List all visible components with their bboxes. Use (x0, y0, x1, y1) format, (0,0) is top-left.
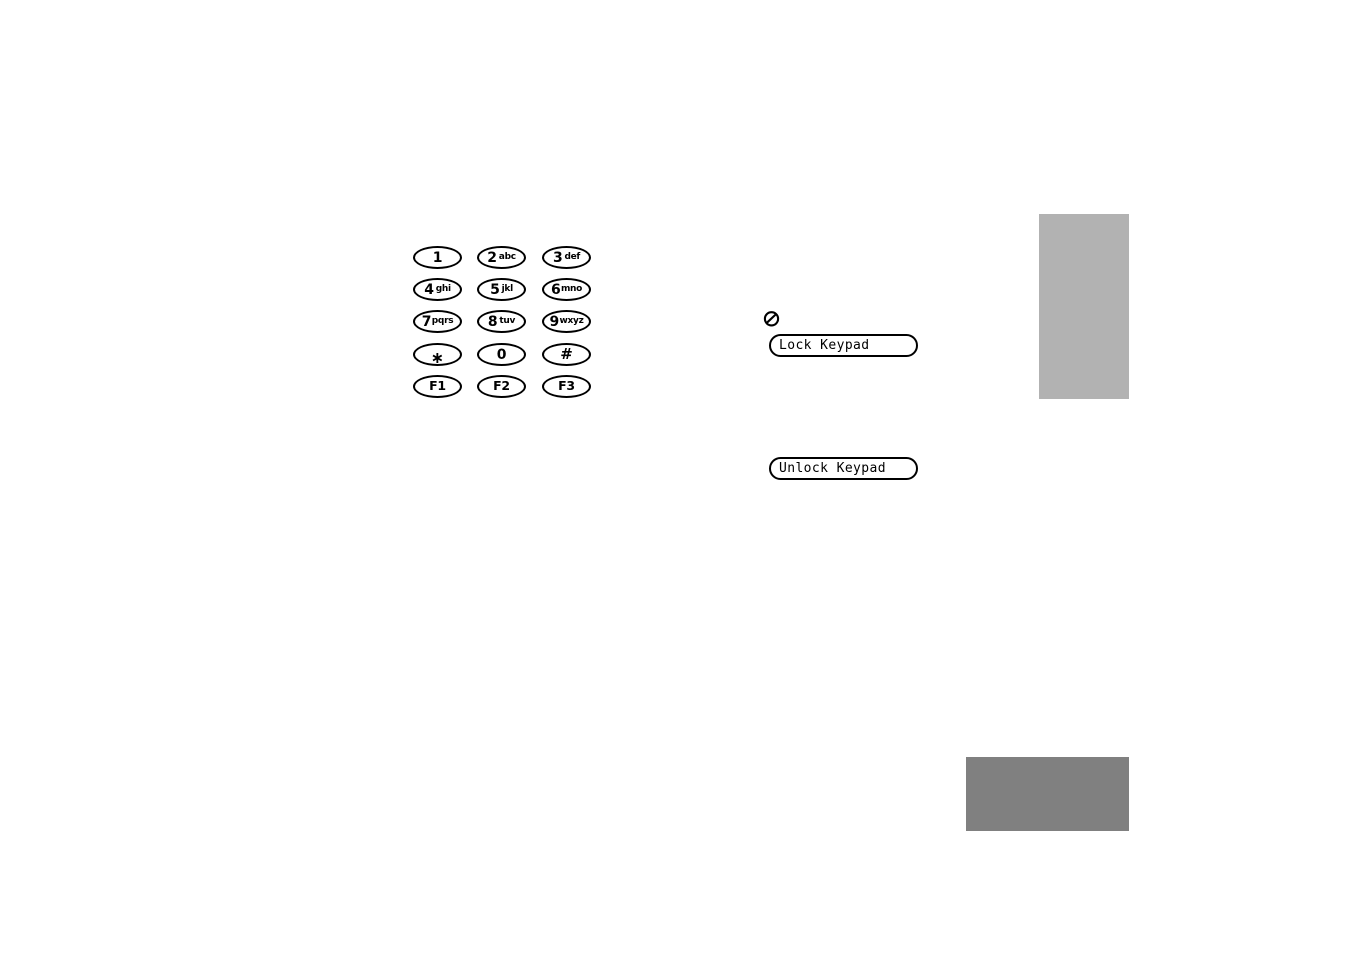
key-label-letters: pqrs (431, 316, 454, 326)
display-lock-keypad: Lock Keypad (769, 334, 918, 357)
key-hash[interactable]: # (542, 343, 591, 366)
key-label-digit: 5 (490, 281, 500, 298)
keypad-row: 4 ghi 5 jkl 6 mno (413, 278, 599, 302)
key-label-digit: 9 (549, 313, 559, 330)
lower-margin-tab (966, 757, 1129, 831)
upper-margin-tab (1039, 214, 1129, 399)
key-2[interactable]: 2 abc (477, 246, 526, 269)
key-0[interactable]: 0 (477, 343, 526, 366)
keypad-row: ∗ 0 # (413, 343, 599, 367)
key-label-digit: 6 (550, 281, 561, 298)
key-label-symbol: # (560, 345, 573, 363)
key-4[interactable]: 4 ghi (413, 278, 462, 301)
key-label-digit: 7 (421, 313, 432, 330)
key-f1[interactable]: F1 (413, 375, 462, 398)
key-label-letters: def (564, 252, 581, 262)
key-label-digit: 3 (552, 249, 563, 266)
keypad-row: F1 F2 F3 (413, 375, 599, 399)
key-label-letters: abc (498, 252, 516, 262)
key-label-letters: mno (560, 284, 583, 294)
key-label-function: F3 (558, 378, 575, 394)
key-label-symbol: ∗ (430, 347, 445, 367)
no-entry-icon (763, 311, 780, 327)
key-label-letters: tuv (499, 316, 516, 326)
key-3[interactable]: 3 def (542, 246, 591, 269)
document-page: 1 2 abc 3 def 4 ghi 5 jkl 6 mno 7 pqrs 8… (0, 0, 1351, 954)
key-6[interactable]: 6 mno (542, 278, 591, 301)
key-label-letters: jkl (501, 284, 514, 294)
key-label-digit: 1 (432, 249, 443, 266)
key-star[interactable]: ∗ (413, 343, 462, 366)
key-label-digit: 0 (496, 346, 507, 363)
key-f3[interactable]: F3 (542, 375, 591, 398)
key-label-letters: ghi (435, 284, 451, 294)
phone-keypad-diagram: 1 2 abc 3 def 4 ghi 5 jkl 6 mno 7 pqrs 8… (413, 246, 599, 402)
display-unlock-keypad-text: Unlock Keypad (779, 461, 886, 476)
key-f2[interactable]: F2 (477, 375, 526, 398)
keypad-row: 1 2 abc 3 def (413, 246, 599, 270)
display-unlock-keypad: Unlock Keypad (769, 457, 918, 480)
key-1[interactable]: 1 (413, 246, 462, 269)
key-label-digit: 8 (487, 313, 498, 330)
key-label-letters: wxyz (559, 316, 584, 326)
key-9[interactable]: 9 wxyz (542, 310, 591, 333)
key-7[interactable]: 7 pqrs (413, 310, 462, 333)
key-label-function: F2 (493, 378, 510, 394)
keypad-row: 7 pqrs 8 tuv 9 wxyz (413, 310, 599, 334)
key-label-digit: 4 (424, 281, 434, 298)
key-5[interactable]: 5 jkl (477, 278, 526, 301)
key-label-function: F1 (429, 378, 446, 394)
key-label-digit: 2 (487, 249, 497, 266)
display-lock-keypad-text: Lock Keypad (779, 338, 870, 353)
key-8[interactable]: 8 tuv (477, 310, 526, 333)
